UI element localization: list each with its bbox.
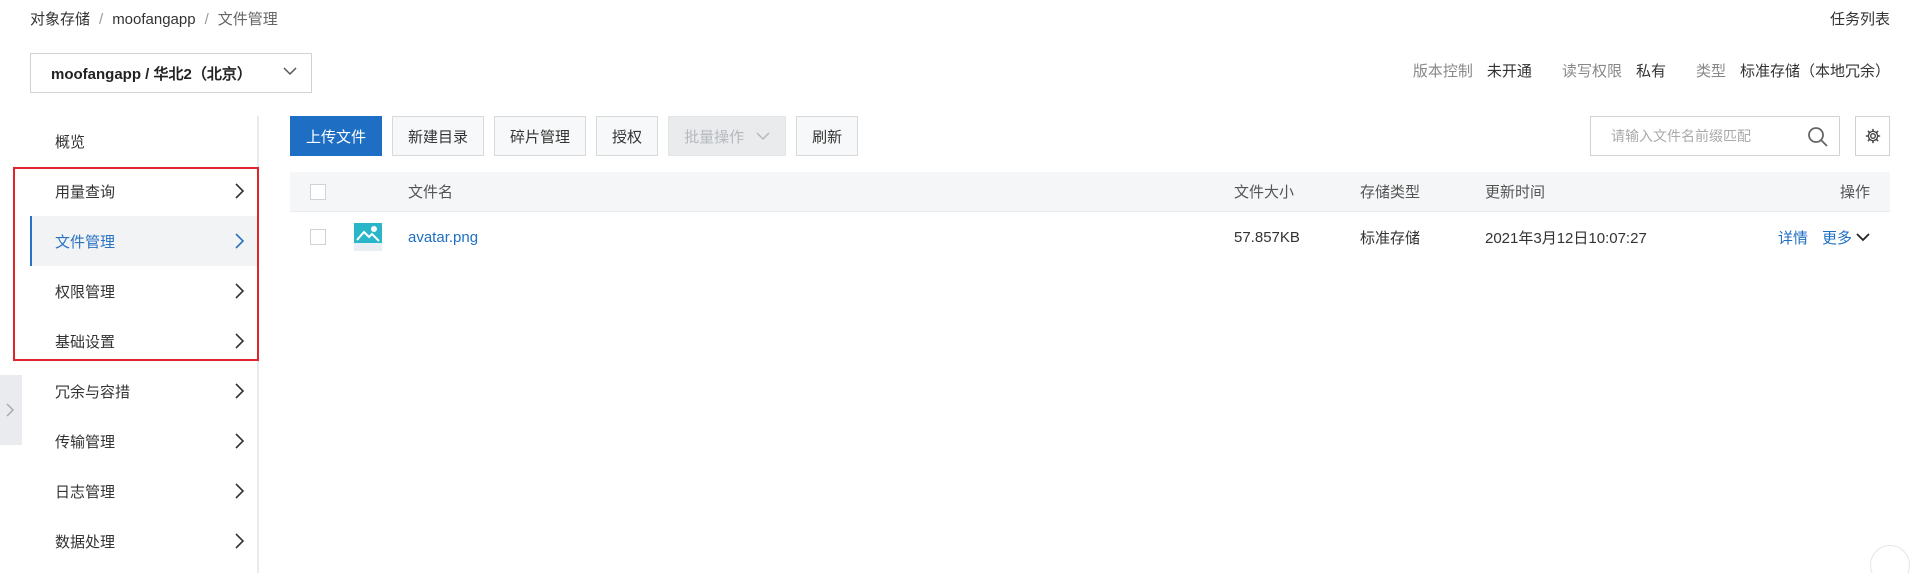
header-file-size[interactable]: 文件大小 <box>1234 172 1294 211</box>
sidebar-item-label: 概览 <box>55 133 86 151</box>
sidebar-item-redundancy[interactable]: 冗余与容措 <box>30 366 257 416</box>
image-file-icon <box>354 212 382 262</box>
help-float-icon[interactable] <box>1870 545 1910 573</box>
select-all-cell <box>310 172 326 211</box>
chevron-right-icon <box>235 533 245 549</box>
bucket-select-value: moofangapp / 华北2（北京） <box>51 65 252 83</box>
row-select-cell <box>310 212 326 262</box>
sidebar-item-data-processing[interactable]: 数据处理 <box>30 516 257 566</box>
task-list-link[interactable]: 任务列表 <box>1830 8 1890 29</box>
sidebar-item-label: 文件管理 <box>55 233 116 251</box>
file-table: 文件名 文件大小 存储类型 更新时间 操作 avatar.png 57.857K… <box>290 172 1890 262</box>
sidebar-item-label: 权限管理 <box>55 283 116 301</box>
sidebar-item-label: 基础设置 <box>55 333 116 351</box>
breadcrumb-separator: / <box>99 11 104 28</box>
sidebar-item-label: 冗余与容措 <box>55 383 131 401</box>
chevron-right-icon <box>235 333 245 349</box>
search-input[interactable] <box>1611 118 1811 154</box>
breadcrumb-item-object-storage[interactable]: 对象存储 <box>30 11 90 28</box>
storage-class: 标准存储 <box>1360 229 1421 247</box>
acl-value: 私有 <box>1635 63 1666 80</box>
file-name-link[interactable]: avatar.png <box>408 212 478 262</box>
table-row: avatar.png 57.857KB 标准存储 2021年3月12日10:07… <box>290 212 1890 262</box>
batch-operations-button[interactable]: 批量操作 <box>668 116 787 156</box>
sidebar-item-label: 传输管理 <box>55 433 116 451</box>
versioning-label: 版本控制 <box>1412 63 1473 80</box>
chevron-down-icon <box>283 67 297 76</box>
fragments-button[interactable]: 碎片管理 <box>494 116 587 156</box>
sidebar-item-usage[interactable]: 用量查询 <box>30 166 257 216</box>
search-box <box>1590 116 1840 156</box>
sidebar-item-logs[interactable]: 日志管理 <box>30 466 257 516</box>
sidebar-item-permissions[interactable]: 权限管理 <box>30 266 257 316</box>
bucket-meta: 版本控制 未开通 读写权限 私有 类型 标准存储（本地冗余） <box>1413 60 1890 81</box>
sidebar-item-transfer[interactable]: 传输管理 <box>30 416 257 466</box>
search-icon[interactable] <box>1807 126 1829 148</box>
bucket-select[interactable]: moofangapp / 华北2（北京） <box>30 53 312 93</box>
acl-label: 读写权限 <box>1561 63 1622 80</box>
row-checkbox[interactable] <box>310 229 326 245</box>
sidebar-item-basic-settings[interactable]: 基础设置 <box>30 316 257 366</box>
sidebar-item-label: 数据处理 <box>55 533 116 551</box>
header-updated-time[interactable]: 更新时间 <box>1485 172 1545 211</box>
detail-link[interactable]: 详情 <box>1778 227 1808 248</box>
more-dropdown[interactable]: 更多 <box>1822 227 1870 248</box>
authorize-button[interactable]: 授权 <box>596 116 659 156</box>
sidebar-item-label: 日志管理 <box>55 483 116 501</box>
select-all-checkbox[interactable] <box>310 183 326 200</box>
chevron-right-icon <box>6 403 15 417</box>
more-label: 更多 <box>1821 229 1852 247</box>
gear-icon <box>1865 128 1880 144</box>
chevron-right-icon <box>235 433 245 449</box>
chevron-right-icon <box>235 283 245 299</box>
toolbar: 上传文件 新建目录 碎片管理 授权 批量操作 刷新 <box>290 116 859 156</box>
sidebar-collapse-handle[interactable] <box>0 375 22 445</box>
table-header: 文件名 文件大小 存储类型 更新时间 操作 <box>290 172 1890 212</box>
header-storage-class: 存储类型 <box>1360 184 1421 201</box>
new-directory-button[interactable]: 新建目录 <box>392 116 485 156</box>
type-value: 标准存储（本地冗余） <box>1739 63 1890 80</box>
sidebar: 概览 用量查询 文件管理 权限管理 基础设置 冗余与容措 传输管理 日志管理 数… <box>30 116 259 573</box>
header-file-name[interactable]: 文件名 <box>408 172 453 211</box>
chevron-right-icon <box>235 383 245 399</box>
chevron-right-icon <box>235 483 245 499</box>
breadcrumb-item-current: 文件管理 <box>217 11 278 28</box>
updated-time: 2021年3月12日10:07:27 <box>1485 229 1647 247</box>
refresh-button[interactable]: 刷新 <box>796 116 859 156</box>
file-size: 57.857KB <box>1234 228 1300 246</box>
upload-button[interactable]: 上传文件 <box>290 116 383 156</box>
chevron-right-icon <box>235 183 245 199</box>
chevron-down-icon <box>1856 233 1870 242</box>
sidebar-item-label: 用量查询 <box>55 183 116 201</box>
chevron-right-icon <box>235 233 245 249</box>
versioning-value: 未开通 <box>1486 63 1532 80</box>
top-bar: 对象存储 / moofangapp / 文件管理 任务列表 <box>0 0 1920 40</box>
settings-button[interactable] <box>1855 116 1890 156</box>
batch-operations-label: 批量操作 <box>684 128 745 146</box>
sidebar-item-file-management[interactable]: 文件管理 <box>30 216 257 266</box>
sidebar-item-overview[interactable]: 概览 <box>30 116 257 166</box>
breadcrumb-item-bucket[interactable]: moofangapp <box>112 11 195 28</box>
row-actions: 详情 更多 <box>1778 212 1870 262</box>
header-actions: 操作 <box>1839 184 1870 201</box>
chevron-down-icon <box>756 132 770 141</box>
breadcrumb-separator: / <box>204 11 209 28</box>
type-label: 类型 <box>1695 63 1726 80</box>
breadcrumb: 对象存储 / moofangapp / 文件管理 <box>30 8 278 29</box>
